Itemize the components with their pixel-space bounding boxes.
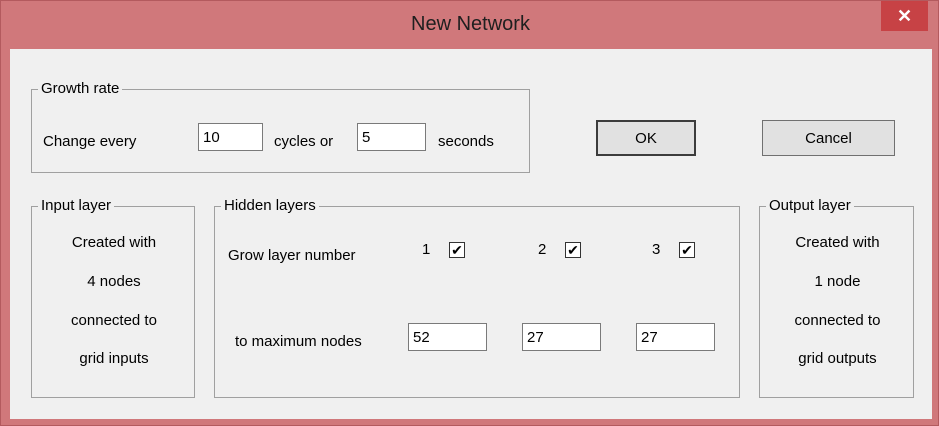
seconds-label: seconds bbox=[438, 133, 494, 150]
input-created-with: Created with bbox=[71, 234, 157, 251]
dialog-window: New Network ✕ Growth rate Change every c… bbox=[0, 0, 939, 426]
layer-3-checkbox[interactable]: ✔ bbox=[679, 242, 695, 258]
input-connected-to: connected to bbox=[71, 312, 157, 329]
dialog-client-area: Growth rate Change every cycles or secon… bbox=[10, 49, 932, 419]
ok-button[interactable]: OK bbox=[596, 120, 696, 156]
input-node-count: 4 nodes bbox=[87, 273, 141, 290]
input-grid-inputs: grid inputs bbox=[79, 350, 149, 367]
layer-1-number: 1 bbox=[422, 241, 431, 258]
check-icon: ✔ bbox=[567, 242, 579, 258]
seconds-input[interactable] bbox=[357, 123, 426, 151]
output-layer-legend: Output layer bbox=[766, 197, 854, 215]
title-bar[interactable]: New Network ✕ bbox=[1, 1, 939, 45]
output-created-with: Created with bbox=[795, 234, 880, 251]
output-grid-outputs: grid outputs bbox=[798, 350, 877, 367]
layer-1-max-input[interactable] bbox=[408, 323, 487, 351]
layer-2-max-input[interactable] bbox=[522, 323, 601, 351]
check-icon: ✔ bbox=[451, 242, 463, 258]
cycles-or-label: cycles or bbox=[274, 133, 334, 150]
layer-3-max-input[interactable] bbox=[636, 323, 715, 351]
output-node-count: 1 node bbox=[814, 273, 861, 290]
close-icon: ✕ bbox=[896, 5, 913, 26]
close-button[interactable]: ✕ bbox=[881, 1, 928, 31]
output-connected-to: connected to bbox=[794, 312, 881, 329]
layer-2-number: 2 bbox=[538, 241, 547, 258]
change-every-label: Change every bbox=[43, 133, 137, 150]
layer-2-checkbox[interactable]: ✔ bbox=[565, 242, 581, 258]
check-icon: ✔ bbox=[681, 242, 693, 258]
layer-3-number: 3 bbox=[652, 241, 661, 258]
layer-1-checkbox[interactable]: ✔ bbox=[449, 242, 465, 258]
growth-rate-legend: Growth rate bbox=[38, 80, 123, 98]
growth-rate-group: Growth rate Change every cycles or secon… bbox=[31, 80, 530, 173]
grow-layer-label: Grow layer number bbox=[228, 247, 356, 264]
hidden-layers-legend: Hidden layers bbox=[221, 197, 319, 215]
cycles-input[interactable] bbox=[198, 123, 263, 151]
input-layer-legend: Input layer bbox=[38, 197, 115, 215]
output-layer-group: Output layer Created with 1 node connect… bbox=[759, 197, 914, 398]
hidden-layers-group: Hidden layers Grow layer number 1 ✔ 2 ✔ … bbox=[214, 197, 740, 398]
max-nodes-label: to maximum nodes bbox=[235, 333, 362, 350]
window-title: New Network bbox=[411, 13, 530, 35]
cancel-button[interactable]: Cancel bbox=[762, 120, 895, 156]
input-layer-group: Input layer Created with 4 nodes connect… bbox=[31, 197, 195, 398]
